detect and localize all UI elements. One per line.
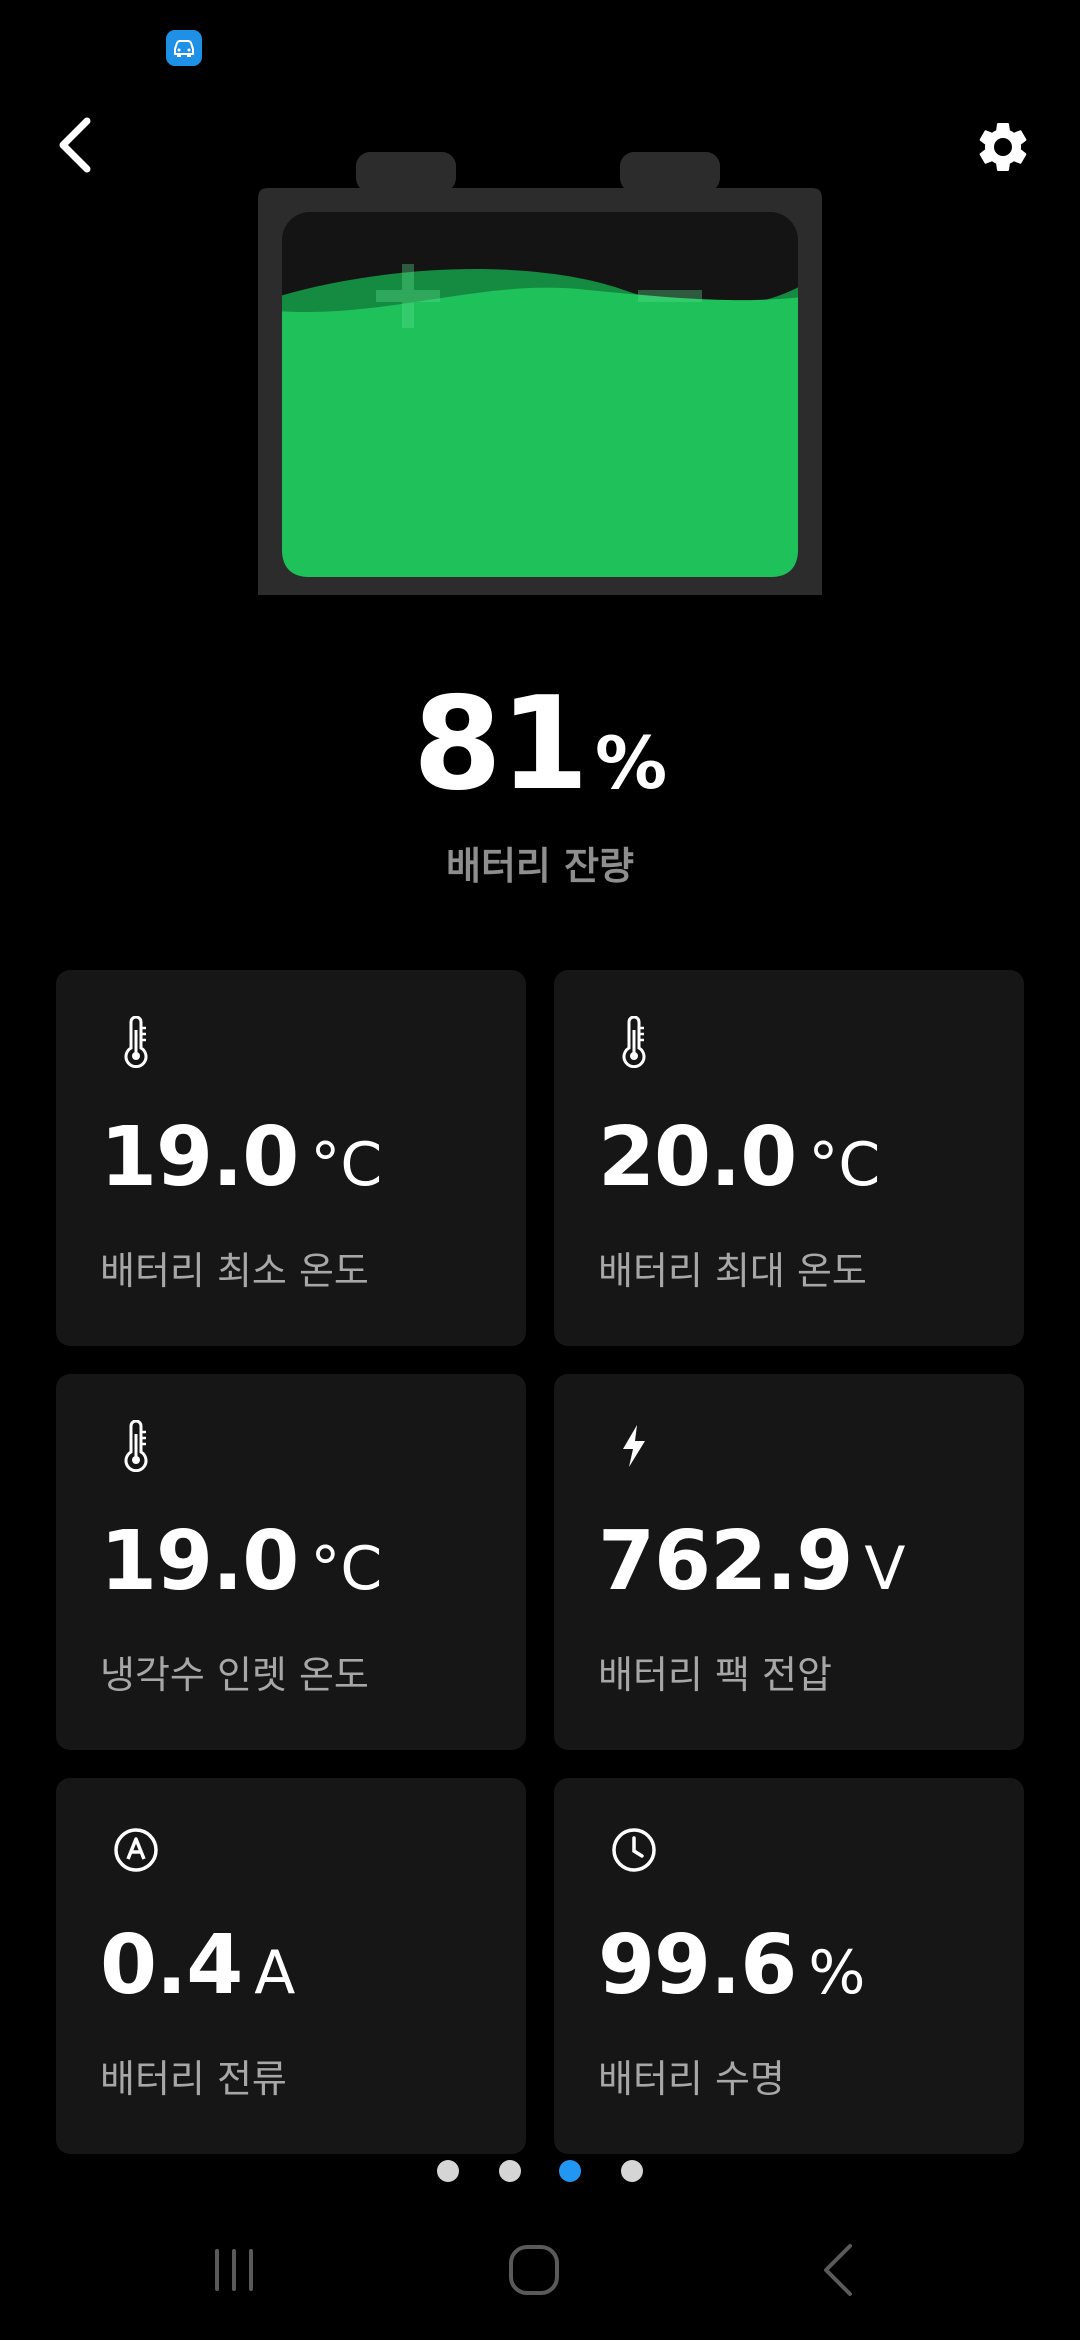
battery-fill-level [282, 269, 798, 577]
stat-card-current: 0.4 A 배터리 전류 [56, 1778, 526, 2154]
stat-unit: °C [310, 1130, 383, 1200]
page-dot-4[interactable] [621, 2160, 643, 2182]
stat-unit: °C [310, 1534, 383, 1604]
stat-label: 배터리 전류 [100, 2057, 287, 2101]
system-navigation-bar [0, 2230, 1080, 2340]
battery-percent-label: 배터리 잔량 [445, 844, 635, 888]
battery-terminal-positive [356, 152, 456, 192]
stat-card-min-temp: 19.0 °C 배터리 최소 온도 [56, 970, 526, 1346]
stat-card-max-temp: 20.0 °C 배터리 최대 온도 [554, 970, 1024, 1346]
stat-card-coolant-inlet-temp: 19.0 °C 냉각수 인렛 온도 [56, 1374, 526, 1750]
battery-percent-display: 81% [0, 670, 1080, 819]
recent-apps-button[interactable] [174, 2230, 294, 2310]
page-dot-2[interactable] [499, 2160, 521, 2182]
back-icon [824, 2244, 852, 2296]
home-icon [509, 2245, 559, 2295]
stat-value: 0.4 [100, 1918, 243, 2013]
page-indicator [0, 2160, 1080, 2184]
settings-button[interactable] [966, 110, 1040, 184]
stat-value: 19.0 [100, 1110, 299, 1205]
battery-illustration [258, 150, 822, 595]
battery-terminal-negative [620, 152, 720, 192]
battery-percent-value: 81 [412, 670, 589, 819]
lightning-bolt-icon [606, 1418, 662, 1474]
app-notification-icon [166, 30, 202, 66]
thermometer-icon [606, 1014, 662, 1070]
battery-percent-unit: % [594, 721, 668, 805]
stat-value: 20.0 [598, 1110, 797, 1205]
stat-value: 762.9 [598, 1514, 853, 1609]
chevron-left-icon [59, 117, 91, 173]
ampere-icon [108, 1822, 164, 1878]
home-button[interactable] [474, 2230, 594, 2310]
clock-icon [606, 1822, 662, 1878]
stat-unit: A [254, 1938, 296, 2008]
recent-apps-icon [215, 2249, 253, 2291]
back-button[interactable] [40, 110, 110, 180]
gear-icon [979, 122, 1027, 171]
stat-label: 배터리 최대 온도 [598, 1249, 867, 1293]
thermometer-icon [108, 1418, 164, 1474]
stat-card-battery-life: 99.6% 배터리 수명 [554, 1778, 1024, 2154]
stat-label: 배터리 최소 온도 [100, 1249, 369, 1293]
stat-value: 99.6 [598, 1918, 797, 2013]
stat-unit: % [808, 1938, 866, 2008]
page-dot-1[interactable] [437, 2160, 459, 2182]
stat-unit: V [864, 1534, 906, 1604]
stat-card-pack-voltage: 762.9 V 배터리 팩 전압 [554, 1374, 1024, 1750]
stat-label: 냉각수 인렛 온도 [100, 1653, 369, 1697]
system-back-button[interactable] [778, 2230, 898, 2310]
thermometer-icon [108, 1014, 164, 1070]
stat-unit: °C [808, 1130, 881, 1200]
stat-label: 배터리 수명 [598, 2057, 785, 2101]
page-dot-3[interactable] [559, 2160, 581, 2182]
stat-label: 배터리 팩 전압 [598, 1653, 832, 1697]
stat-value: 19.0 [100, 1514, 299, 1609]
